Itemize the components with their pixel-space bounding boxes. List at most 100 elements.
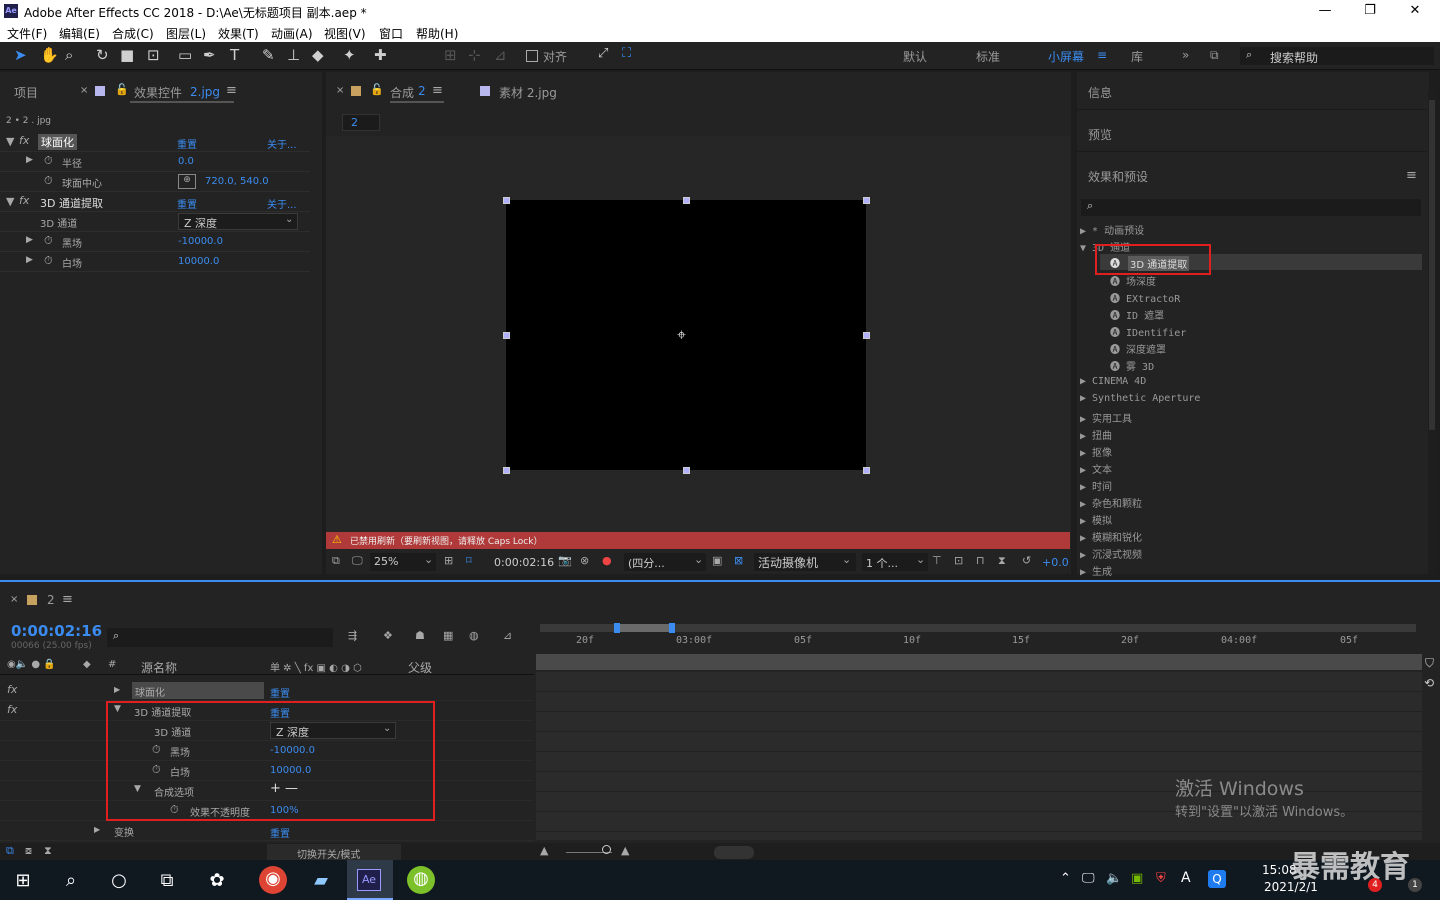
task-view-icon[interactable]: ⧉ — [154, 868, 180, 894]
expand-triangle-icon[interactable]: ▶ — [114, 685, 120, 694]
tab-effect-controls[interactable]: 效果控件 — [134, 84, 182, 101]
layer-row-spherize[interactable]: fx ▶ 球面化 重置 — [0, 681, 534, 701]
expand-triangle-icon[interactable]: ▶ — [26, 155, 33, 165]
workspace-library[interactable]: 库 — [1131, 48, 1143, 65]
zoom-dropdown[interactable]: 25% ⌄ — [370, 553, 436, 571]
graph-editor-icon[interactable]: ⊿ — [503, 629, 512, 642]
fx-icon[interactable]: fx — [19, 134, 29, 147]
region-of-interest-icon[interactable]: ▣ — [712, 554, 722, 567]
always-preview-icon[interactable]: ⧉ — [332, 554, 340, 568]
layer-handle[interactable] — [503, 197, 510, 204]
list-item[interactable]: ▶ 模糊和锐化 — [1080, 529, 1142, 544]
expand-triangle-icon[interactable]: ▶ — [26, 235, 33, 245]
brush-tool-icon[interactable]: ✎ — [262, 46, 275, 64]
show-snapshot-icon[interactable]: ⊗ — [580, 554, 589, 567]
property-value[interactable]: 720.0, 540.0 — [205, 176, 269, 187]
snap-icon[interactable]: ⤢ — [598, 46, 608, 61]
comp-button-icon[interactable]: ⛉ — [1425, 656, 1434, 671]
tab-effect-target[interactable]: 2.jpg — [190, 85, 220, 99]
chrome-icon[interactable]: ◉ — [259, 866, 287, 894]
zoom-tool-icon[interactable]: ⌕ — [65, 46, 73, 64]
list-item[interactable]: ▶ Synthetic Aperture — [1080, 393, 1200, 404]
list-item[interactable]: 🅐 ID 遮罩 — [1110, 307, 1164, 322]
align-checkbox[interactable] — [526, 50, 538, 62]
panel-menu-icon[interactable]: ≡ — [1406, 168, 1417, 183]
layer-handle[interactable] — [863, 197, 870, 204]
puppet-tool-icon[interactable]: ✚ — [374, 46, 387, 64]
stopwatch-icon[interactable]: ⏱ — [44, 234, 53, 248]
menu-animation[interactable]: 动画(A) — [271, 25, 313, 42]
rectangle-tool-icon[interactable]: ▭ — [178, 46, 192, 64]
monitor-icon[interactable]: 🖵 — [352, 554, 363, 568]
list-item[interactable]: 🅐 EXtractoR — [1110, 290, 1180, 305]
snapshot-icon[interactable]: 📷 — [558, 554, 572, 567]
expand-triangle-icon[interactable]: ▶ — [26, 255, 33, 265]
anchor-point-icon[interactable]: ⌖ — [677, 325, 686, 345]
cortana-icon[interactable]: ○ — [106, 868, 132, 894]
network-icon[interactable]: 🖵 — [1082, 871, 1095, 886]
zoom-in-icon[interactable]: ▲ — [621, 844, 629, 857]
roto-brush-tool-icon[interactable]: ✦ — [343, 46, 356, 64]
about-link[interactable]: 关于... — [267, 196, 297, 211]
layer-switches-icon[interactable]: ⧉ — [6, 844, 14, 858]
horizontal-scrollbar[interactable] — [714, 846, 754, 859]
zoom-out-icon[interactable]: ▲ — [540, 844, 548, 857]
timeline-tab[interactable]: 2 — [47, 593, 55, 607]
workspace-small-screen[interactable]: 小屏幕 — [1048, 48, 1084, 65]
windows-start-icon[interactable]: ⊞ — [10, 868, 36, 894]
menu-composition[interactable]: 合成(C) — [112, 25, 154, 42]
pen-tool-icon[interactable]: ✒ — [203, 46, 216, 64]
workspace-menu-icon[interactable]: ≡ — [1097, 48, 1107, 62]
zoom-slider-thumb[interactable] — [602, 845, 611, 854]
draft-3d-icon[interactable]: ❖ — [383, 629, 393, 642]
pan-behind-tool-icon[interactable]: ⊡ — [147, 46, 160, 64]
list-item[interactable]: 🅐 雾 3D — [1110, 358, 1154, 373]
stopwatch-icon[interactable]: ⏱ — [44, 154, 53, 168]
help-search-input[interactable]: ⌕ 搜索帮助 — [1240, 47, 1434, 65]
list-item[interactable]: ▶ 沉浸式视频 — [1080, 546, 1142, 561]
type-tool-icon[interactable]: T — [230, 46, 239, 64]
list-item[interactable]: 🅐 场深度 — [1110, 273, 1156, 288]
reset-link[interactable]: 重置 — [177, 136, 197, 151]
menu-window[interactable]: 窗口 — [379, 25, 403, 42]
scrollbar-thumb[interactable] — [1429, 100, 1435, 430]
viewer-area[interactable]: ⌖ — [326, 136, 1071, 532]
parent-header[interactable]: 父级 — [408, 659, 432, 676]
list-item[interactable]: ▶ CINEMA 4D — [1080, 376, 1146, 387]
crosshair-icon[interactable]: ⊕ — [178, 174, 196, 189]
expand-triangle-icon[interactable]: ▼ — [6, 135, 14, 148]
list-item[interactable]: ▶ 杂色和颗粒 — [1080, 495, 1142, 510]
tab-composition[interactable]: 合成 — [390, 84, 414, 101]
layer-handle[interactable] — [683, 467, 690, 474]
layer-handle[interactable] — [863, 332, 870, 339]
expand-triangle-icon[interactable]: ▼ — [6, 195, 14, 208]
shy-icon[interactable]: ☗ — [415, 629, 425, 642]
action-center-badge[interactable]: 1 — [1408, 878, 1422, 892]
minimize-icon[interactable]: — — [1315, 3, 1335, 18]
close-icon[interactable]: ✕ — [1405, 3, 1425, 18]
fast-preview-icon[interactable]: ⊡ — [954, 554, 963, 567]
property-value[interactable]: 0.0 — [178, 156, 194, 167]
timeline-search-input[interactable]: ⌕ — [107, 628, 333, 647]
property-value[interactable]: 10000.0 — [178, 256, 219, 267]
work-area-range[interactable] — [616, 624, 672, 632]
work-area-start-handle[interactable] — [614, 623, 620, 633]
tray-expand-icon[interactable]: ⌃ — [1060, 871, 1071, 886]
list-item[interactable]: ▶ 时间 — [1080, 478, 1112, 493]
notes-app-icon[interactable]: ▰ — [308, 868, 334, 894]
workspace-standard[interactable]: 标准 — [976, 48, 1000, 65]
nvidia-icon[interactable]: ▣ — [1131, 871, 1143, 886]
hand-tool-icon[interactable]: ✋ — [40, 46, 59, 64]
grid-icon[interactable]: ⊞ — [444, 554, 453, 567]
green-app-icon[interactable]: ◍ — [407, 866, 435, 894]
panel-menu-icon[interactable]: ≡ — [62, 592, 73, 607]
list-item[interactable]: ▶ 文本 — [1080, 461, 1112, 476]
app-pinwheel-icon[interactable]: ✿ — [204, 868, 230, 894]
channel-icon[interactable]: ● — [602, 554, 612, 567]
timeline-icon[interactable]: ⊓ — [976, 554, 985, 567]
layer-handle[interactable] — [503, 332, 510, 339]
resolution-dropdown[interactable]: (四分... ⌄ — [624, 553, 706, 571]
motion-blur-icon[interactable]: ◍ — [469, 629, 479, 642]
workspace-default[interactable]: 默认 — [903, 48, 927, 65]
reset-link[interactable]: 重置 — [270, 685, 290, 700]
